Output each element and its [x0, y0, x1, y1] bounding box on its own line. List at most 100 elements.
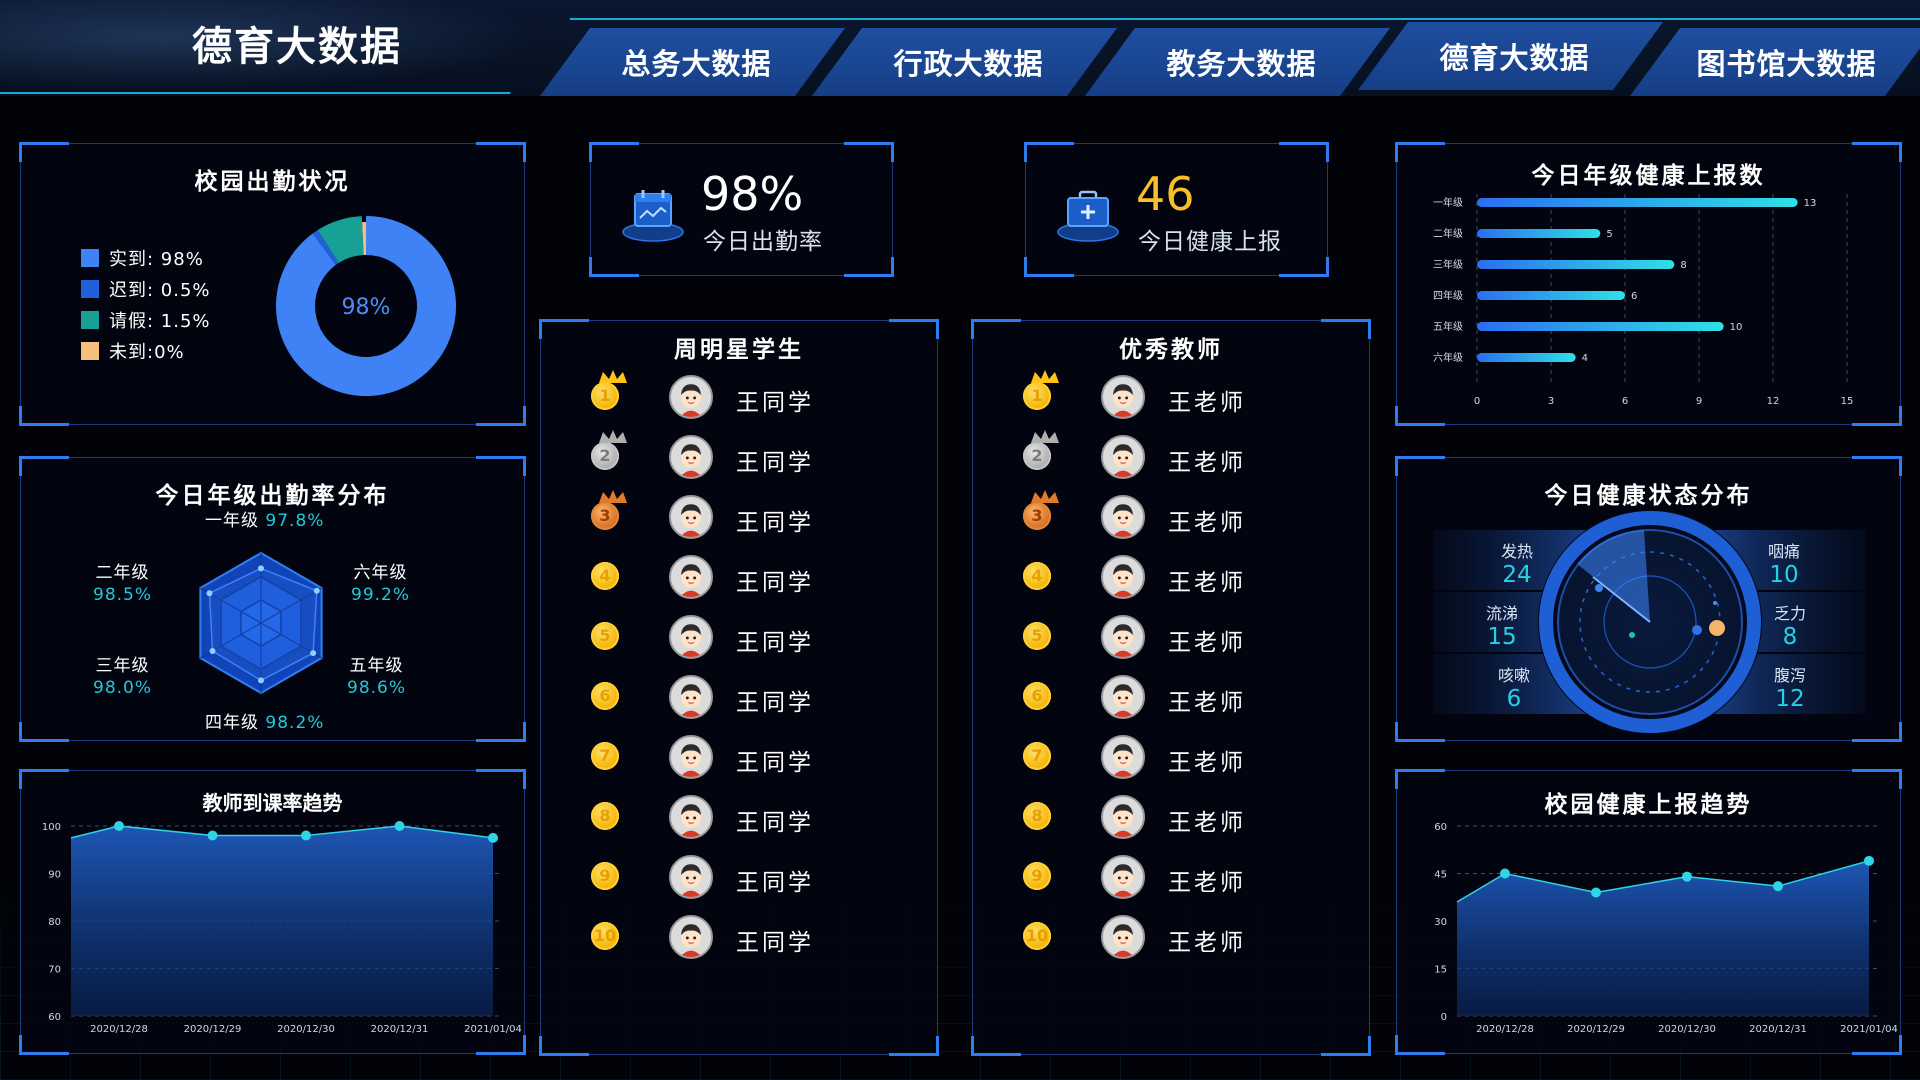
bar-value-label: 4 — [1582, 353, 1588, 364]
medical-kit-icon — [1057, 190, 1119, 242]
tab-general-affairs[interactable]: 总务大数据 — [540, 28, 845, 96]
rank-row[interactable]: 4 王同学 — [541, 551, 937, 611]
rank-row[interactable]: 8 王老师 — [973, 791, 1369, 851]
avatar — [1101, 795, 1145, 839]
rank-row[interactable]: 10 王同学 — [541, 911, 937, 971]
radar-label-name: 二年级 — [95, 563, 150, 583]
avatar — [669, 795, 713, 839]
tab-administration[interactable]: 行政大数据 — [812, 28, 1117, 96]
x-tick-label: 0 — [1474, 396, 1480, 407]
crown-icon — [1031, 490, 1059, 503]
health-item-fever: 发热 24 — [1462, 538, 1572, 588]
radar-label-name: 五年级 — [349, 656, 404, 676]
health-item-name: 腹泻 — [1773, 666, 1806, 685]
tab-library[interactable]: 图书馆大数据 — [1630, 28, 1920, 96]
medal-icon: 10 — [591, 922, 619, 950]
bar — [1477, 198, 1798, 207]
rank-row[interactable]: 6 王同学 — [541, 671, 937, 731]
attendance-rate-label: 今日出勤率 — [703, 229, 823, 255]
tab-moral-education[interactable]: 德育大数据 — [1358, 22, 1663, 90]
y-category-label: 二年级 — [1433, 227, 1463, 240]
crown-shape — [599, 370, 627, 383]
avatar — [1101, 675, 1145, 719]
rank-row[interactable]: 9 王老师 — [973, 851, 1369, 911]
y-tick-label: 0 — [1441, 1012, 1447, 1023]
rank-row[interactable]: 4 王老师 — [973, 551, 1369, 611]
rank-name: 王老师 — [1168, 510, 1246, 536]
tab-academic[interactable]: 教务大数据 — [1085, 28, 1390, 96]
radar-label-value: 99.2% — [351, 585, 411, 605]
crown-shape — [599, 430, 627, 443]
health-item-value: 24 — [1502, 562, 1532, 588]
medal-icon: 1 — [1023, 382, 1051, 410]
rank-row[interactable]: 5 王老师 — [973, 611, 1369, 671]
health-item-name: 咽痛 — [1767, 542, 1800, 561]
avatar — [669, 495, 713, 539]
rank-name: 王老师 — [1168, 570, 1246, 596]
data-point — [394, 821, 405, 831]
x-tick-label: 9 — [1696, 396, 1702, 407]
rank-row[interactable]: 9 王同学 — [541, 851, 937, 911]
medal-icon: 3 — [1023, 502, 1051, 530]
rank-row[interactable]: 3 王老师 — [973, 490, 1369, 551]
legend-label: 请假: 1.5% — [109, 310, 211, 332]
x-tick-label: 3 — [1548, 396, 1554, 407]
radar-label-grade6: 六年级 99.2% — [351, 562, 410, 606]
avatar — [669, 855, 713, 899]
health-item-diarrhea: 腹泻 12 — [1735, 662, 1845, 712]
medal-icon: 8 — [1023, 802, 1051, 830]
radar-label-value: 98.6% — [347, 678, 407, 698]
legend-swatch — [81, 279, 99, 298]
attendance-panel: 校园出勤状况 实到: 98% 迟到: 0.5% 请假: 1.5% 未到:0% 9… — [19, 142, 526, 426]
crown-icon — [599, 370, 627, 383]
rank-row[interactable]: 7 王老师 — [973, 731, 1369, 791]
radar-label-grade3: 三年级 98.0% — [93, 655, 152, 699]
radar-point — [310, 650, 317, 657]
radar-label-grade2: 二年级 98.5% — [93, 562, 152, 606]
medal-icon: 4 — [591, 562, 619, 590]
crown-shape — [599, 490, 627, 503]
avatar — [669, 555, 713, 599]
panel-title: 周明星学生 — [674, 337, 804, 363]
y-tick-label: 100 — [42, 822, 61, 833]
rank-row[interactable]: 6 王老师 — [973, 671, 1369, 731]
donut-center-label: 98% — [342, 295, 391, 320]
rank-row[interactable]: 5 王同学 — [541, 611, 937, 671]
rank-row[interactable]: 3 王同学 — [541, 490, 937, 551]
rank-name: 王老师 — [1168, 870, 1246, 896]
medal-icon: 7 — [1023, 742, 1051, 770]
rank-row[interactable]: 2 王同学 — [541, 430, 937, 491]
star-students-panel: 周明星学生 1 王同学 2 王同学 3 王同学 4 王同学 5 王同学 6 王同学 7 王同学 8 王同学 9 王… — [539, 319, 939, 1056]
bar — [1477, 291, 1625, 300]
rank-name: 王老师 — [1168, 390, 1246, 416]
rank-row[interactable]: 1 王同学 — [541, 370, 937, 431]
legend-item: 请假: 1.5% — [81, 304, 211, 335]
rank-row[interactable]: 2 王老师 — [973, 430, 1369, 491]
rank-row[interactable]: 1 王老师 — [973, 370, 1369, 431]
rank-name: 王同学 — [736, 870, 814, 896]
bar-value-label: 10 — [1730, 322, 1743, 333]
tab-label: 图书馆大数据 — [1696, 47, 1877, 81]
health-item-value: 12 — [1775, 686, 1805, 712]
avatar — [1101, 915, 1145, 959]
x-tick-label: 6 — [1622, 396, 1628, 407]
medal-icon: 4 — [1023, 562, 1051, 590]
rank-row[interactable]: 7 王同学 — [541, 731, 937, 791]
medal-icon: 1 — [591, 382, 619, 410]
x-tick-label: 2020/12/30 — [277, 1024, 335, 1035]
x-tick-label: 2020/12/29 — [1567, 1024, 1625, 1035]
rank-name: 王老师 — [1168, 450, 1246, 476]
bar-value-label: 5 — [1606, 229, 1612, 240]
crown-shape — [1031, 430, 1059, 443]
avatar — [1101, 855, 1145, 899]
legend-label: 实到: 98% — [109, 248, 204, 270]
health-item-sore-throat: 咽痛 10 — [1729, 538, 1839, 588]
tab-label: 德育大数据 — [1439, 41, 1590, 75]
rank-row[interactable]: 10 王老师 — [973, 911, 1369, 971]
radar-point — [209, 648, 216, 654]
data-point — [488, 832, 498, 843]
rank-row[interactable]: 8 王同学 — [541, 791, 937, 851]
attendance-rate-value: 98% — [701, 167, 804, 221]
legend-swatch — [81, 248, 99, 267]
health-item-name: 流涕 — [1485, 604, 1518, 623]
